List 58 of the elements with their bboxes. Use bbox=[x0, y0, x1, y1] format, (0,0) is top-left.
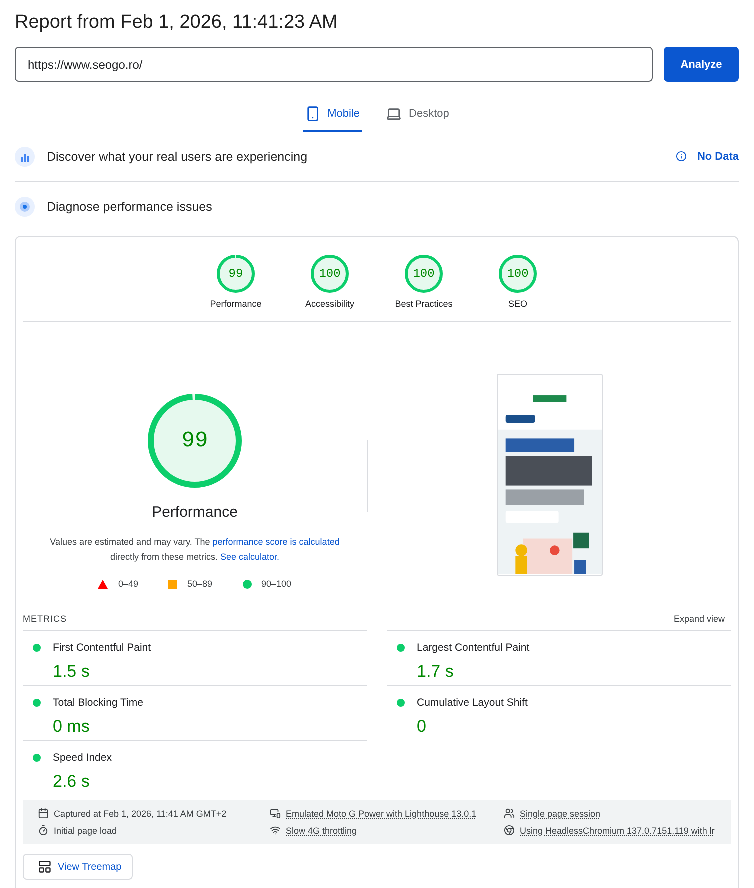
laptop-icon bbox=[386, 106, 402, 122]
legend-range: 0–49 bbox=[118, 579, 138, 589]
metric-name: Speed Index bbox=[53, 752, 113, 764]
note-link[interactable]: performance score is calculated bbox=[212, 537, 340, 547]
score-gauge: 100 bbox=[499, 255, 537, 293]
metrics-heading: METRICS bbox=[23, 614, 67, 624]
runtime-info[interactable]: Emulated Moto G Power with Lighthouse 13.0.1 bbox=[286, 808, 477, 818]
score-gauge: 100 bbox=[311, 255, 349, 293]
view-treemap-button[interactable]: View Treemap bbox=[23, 854, 133, 880]
square-icon bbox=[168, 580, 178, 588]
analyze-button[interactable]: Analyze bbox=[664, 47, 739, 82]
section-title: Discover what your real users are experiencing bbox=[47, 150, 309, 164]
device-tab[interactable]: Desktop bbox=[384, 102, 452, 132]
triangle-icon bbox=[98, 580, 108, 588]
stopwatch-icon bbox=[38, 825, 49, 836]
url-field[interactable]: https://www.seogo.ro/ bbox=[15, 47, 653, 82]
metric-value: 1.7 s bbox=[417, 662, 455, 682]
category-label: Best Practices bbox=[395, 299, 453, 309]
signal-icon bbox=[270, 825, 281, 836]
runtime-info: Captured at Feb 1, 2026, 11:41 AM GMT+2 bbox=[54, 808, 227, 818]
legend-range: 50–89 bbox=[187, 579, 212, 589]
performance-label: Performance bbox=[152, 504, 238, 521]
score-gauge: 99 bbox=[217, 255, 255, 293]
radar-icon bbox=[15, 197, 35, 217]
category-label: Performance bbox=[210, 299, 262, 309]
info-icon bbox=[676, 151, 688, 162]
treemap-icon bbox=[38, 860, 52, 874]
expand-view-button[interactable]: Expand view bbox=[668, 614, 731, 624]
circle-icon bbox=[242, 580, 252, 588]
performance-gauge: 99 bbox=[148, 394, 242, 488]
metric-value: 1.5 s bbox=[53, 662, 91, 682]
devices-icon bbox=[270, 808, 281, 819]
section-title: Diagnose performance issues bbox=[47, 200, 214, 214]
metric-name: First Contentful Paint bbox=[53, 642, 152, 654]
metric-value: 0 ms bbox=[53, 717, 91, 738]
legend-range: 90–100 bbox=[262, 579, 292, 589]
runtime-info[interactable]: Using HeadlessChromium 137.0.7151.119 with lr bbox=[520, 826, 715, 836]
browser-icon bbox=[504, 825, 515, 836]
metric-name: Largest Contentful Paint bbox=[417, 642, 531, 654]
report-title: Report from Feb 1, 2026, 11:41:23 AM bbox=[15, 12, 339, 35]
no-data-link[interactable]: No Data bbox=[676, 150, 739, 162]
runtime-info: Initial page load bbox=[54, 826, 118, 836]
metric-name: Cumulative Layout Shift bbox=[417, 696, 529, 709]
runtime-info[interactable]: Slow 4G throttling bbox=[286, 826, 358, 836]
people-icon bbox=[504, 808, 515, 819]
score-note: Values are estimated and may vary. The performance score is calculated directly from these metrics. See calculator. bbox=[49, 536, 341, 564]
chart-icon bbox=[15, 146, 35, 166]
category-label: SEO bbox=[508, 299, 528, 309]
metric-value: 0 bbox=[417, 717, 428, 738]
phone-icon bbox=[304, 106, 321, 122]
metric-value: 2.6 s bbox=[53, 772, 91, 792]
runtime-info[interactable]: Single page session bbox=[520, 808, 601, 818]
category-label: Accessibility bbox=[305, 299, 354, 309]
metric-name: Total Blocking Time bbox=[53, 696, 144, 709]
device-tab[interactable]: Mobile bbox=[302, 102, 362, 132]
calendar-icon bbox=[38, 808, 49, 819]
note-link[interactable]: See calculator. bbox=[220, 552, 280, 562]
score-gauge: 100 bbox=[405, 255, 443, 293]
